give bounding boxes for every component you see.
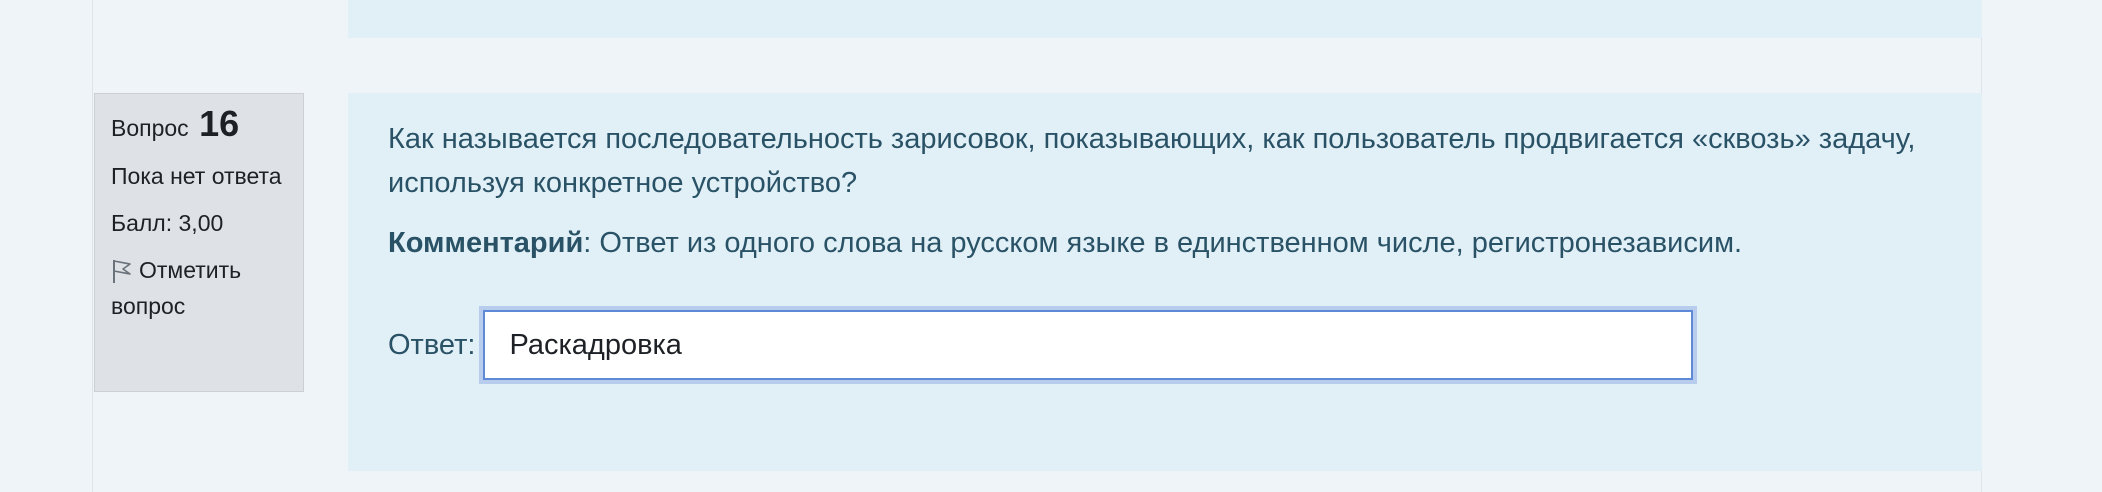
question-info-panel: Вопрос 16 Пока нет ответа Балл: 3,00 Отм…: [94, 93, 304, 392]
comment-label: Комментарий: [388, 227, 584, 259]
question-grade: Балл: 3,00: [111, 210, 224, 236]
question-number-label: Вопрос: [111, 115, 189, 141]
question-text: Как называется последовательность зарисо…: [388, 123, 1916, 199]
question-number-value: 16: [199, 103, 240, 144]
comment-text: : Ответ из одного слова на русском языке…: [583, 227, 1743, 259]
question-comment: Комментарий: Ответ из одного слова на ру…: [388, 221, 1942, 265]
answer-row: Ответ:: [388, 310, 1694, 380]
flag-icon: [111, 258, 133, 284]
question-state: Пока нет ответа: [111, 163, 282, 189]
answer-input[interactable]: [483, 310, 1694, 380]
question-content: Как называется последовательность зарисо…: [348, 93, 1982, 471]
question-number: Вопрос 16: [111, 104, 287, 148]
answer-label: Ответ:: [388, 328, 476, 361]
flag-question-button[interactable]: Отметить вопрос: [111, 252, 287, 324]
previous-question-content: [348, 0, 1982, 38]
